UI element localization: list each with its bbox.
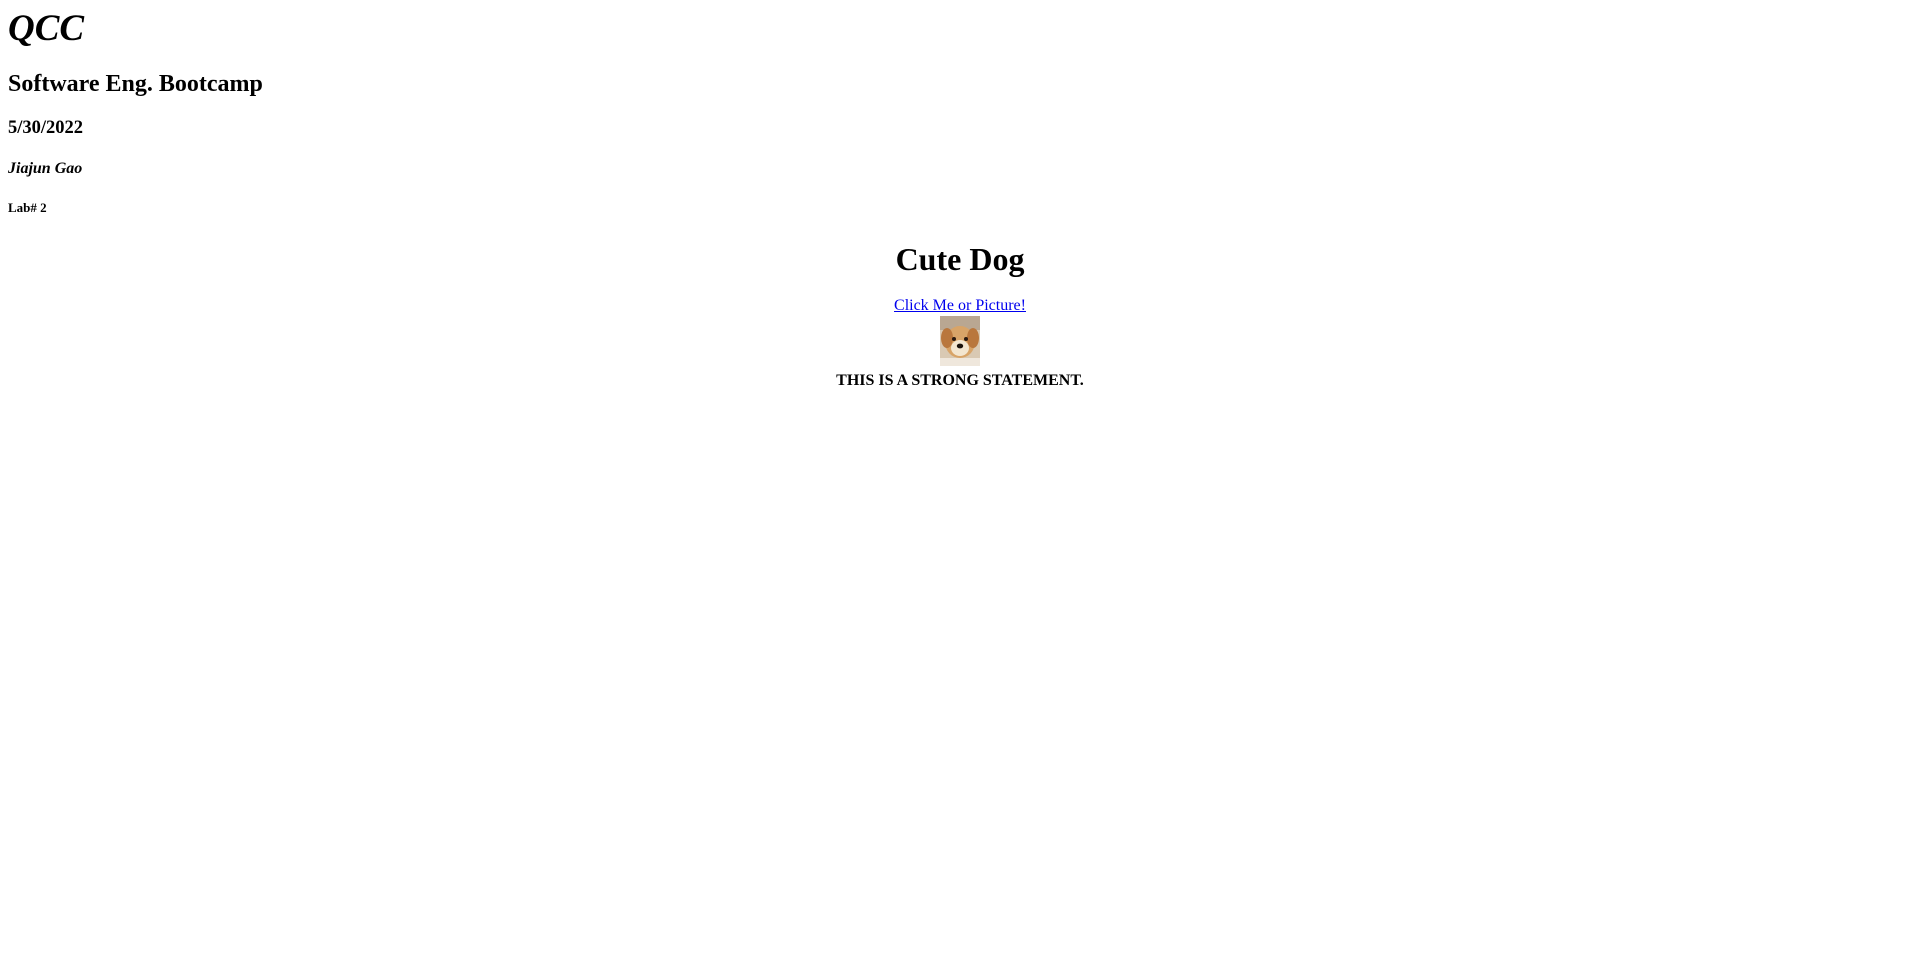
link-paragraph: Click Me or Picture!: [0, 297, 1920, 315]
lab-heading: Lab# 2: [8, 199, 47, 215]
strong-statement: THIS IS A STRONG STATEMENT.: [0, 371, 1920, 390]
course-heading: Software Eng. Bootcamp: [8, 70, 263, 97]
dog-section: Cute Dog Click Me or Picture! THIS IS A …: [0, 241, 1920, 390]
dog-icon: [940, 316, 980, 367]
school-heading: QCC: [8, 8, 85, 49]
strong-statement-text: THIS IS A STRONG STATEMENT.: [836, 372, 1084, 390]
click-me-link[interactable]: Click Me or Picture!: [894, 297, 1026, 314]
dog-picture-link[interactable]: [940, 316, 980, 367]
page: QCC Software Eng. Bootcamp 5/30/2022 Jia…: [0, 8, 1920, 216]
cute-dog-title: Cute Dog: [895, 241, 1025, 277]
author-heading: Jiajun Gao: [8, 160, 83, 178]
date-heading: 5/30/2022: [8, 118, 84, 139]
dog-image[interactable]: [940, 316, 980, 367]
